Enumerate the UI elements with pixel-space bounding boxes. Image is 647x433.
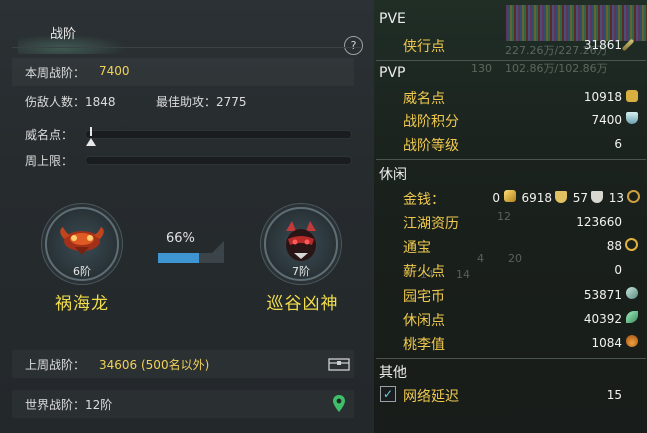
best-assist: 最佳助攻：2775 bbox=[156, 95, 247, 109]
currency-label: 战阶等级 bbox=[403, 138, 459, 154]
currency-label: 威名点 bbox=[403, 91, 445, 107]
money-value: 0 bbox=[492, 191, 500, 205]
mask-icon bbox=[626, 90, 638, 102]
world-rank: 世界战阶：12阶 bbox=[25, 398, 113, 412]
currency-label: 薪火点 bbox=[403, 264, 445, 280]
category-leisure: 休闲 bbox=[379, 167, 407, 183]
bg-slot-text: 20 bbox=[508, 252, 522, 265]
weekly-rank-value: 7400 bbox=[99, 64, 130, 78]
house-coin-icon bbox=[626, 287, 638, 299]
currency-value: 53871 bbox=[583, 288, 622, 302]
currency-value: 0 bbox=[614, 263, 622, 277]
currency-value: 6 bbox=[614, 137, 622, 151]
world-rank-row: 世界战阶：12阶 bbox=[12, 390, 354, 418]
money-value: 6918 bbox=[521, 191, 552, 205]
weekly-rank-label: 本周战阶： bbox=[25, 66, 86, 80]
location-pin-icon[interactable] bbox=[332, 394, 346, 413]
copper-coin-icon bbox=[627, 190, 640, 203]
weekly-rank-row: 本周战阶： 7400 bbox=[12, 58, 354, 86]
bg-slot-text: 4 bbox=[477, 252, 484, 265]
currency-label: 休闲点 bbox=[403, 313, 445, 329]
gourd-icon bbox=[626, 335, 638, 347]
injured-count: 伤敌人数：1848 bbox=[25, 95, 116, 109]
money-label: 金钱： bbox=[403, 192, 445, 208]
currency-label: 江湖资历 bbox=[403, 216, 459, 232]
network-latency-checkbox[interactable]: ✓ bbox=[380, 386, 396, 402]
currency-label: 战阶积分 bbox=[403, 114, 459, 130]
crystal-icon bbox=[626, 112, 638, 124]
bg-level-text: 130 bbox=[471, 62, 492, 75]
currency-value: 123660 bbox=[576, 215, 622, 229]
weekly-cap-bar bbox=[85, 156, 352, 165]
network-latency-value: 15 bbox=[606, 388, 622, 402]
category-pvp: PVP bbox=[379, 65, 406, 81]
currency-value: 10918 bbox=[583, 90, 622, 104]
currency-value: 1084 bbox=[591, 336, 622, 350]
bg-slot-text: 14 bbox=[456, 268, 470, 281]
bg-mana-text: 102.86万/102.86万 bbox=[505, 62, 608, 75]
last-week-row: 上周战阶： 34606 (500名以外) bbox=[12, 350, 354, 378]
section-divider bbox=[376, 358, 646, 359]
money-value: 57 bbox=[572, 191, 588, 205]
currency-label: 桃李值 bbox=[403, 337, 445, 353]
category-pve: PVE bbox=[379, 11, 406, 27]
prestige-bar bbox=[85, 130, 352, 139]
header-divider bbox=[12, 47, 362, 48]
current-rank-name: 祸海龙 bbox=[55, 294, 109, 314]
last-week-label: 上周战阶： bbox=[25, 358, 86, 372]
currency-label: 侠行点 bbox=[403, 39, 445, 55]
rank-progress-percent: 66% bbox=[166, 231, 195, 246]
prestige-marker-icon bbox=[86, 138, 96, 146]
currency-value: 88 bbox=[606, 239, 622, 253]
prestige-bar-tick bbox=[90, 127, 92, 136]
chest-icon[interactable] bbox=[328, 356, 350, 371]
prestige-label: 威名点： bbox=[25, 128, 74, 142]
rank-progress-fill bbox=[158, 253, 199, 263]
panel-title: 战阶 bbox=[50, 27, 77, 42]
coin-icon bbox=[625, 238, 638, 251]
panel-header: 战阶 ? bbox=[0, 14, 374, 55]
section-divider bbox=[376, 159, 646, 160]
network-latency-label[interactable]: 网络延迟 bbox=[403, 386, 459, 406]
section-divider bbox=[376, 60, 646, 61]
last-week-value: 34606 (500名以外) bbox=[99, 358, 210, 372]
money-value: 13 bbox=[608, 191, 624, 205]
gold-ingot-icon bbox=[504, 190, 516, 202]
currency-value: 7400 bbox=[591, 113, 622, 127]
currency-label: 园宅币 bbox=[403, 289, 445, 305]
current-rank-level: 6阶 bbox=[73, 265, 91, 278]
category-other: 其他 bbox=[379, 365, 407, 381]
currency-value: 31861 bbox=[583, 38, 622, 52]
gold-coin-icon bbox=[555, 191, 567, 203]
help-button[interactable]: ? bbox=[344, 36, 363, 55]
silver-coin-icon bbox=[591, 191, 603, 203]
currency-value: 40392 bbox=[583, 312, 622, 326]
currency-label: 通宝 bbox=[403, 240, 431, 256]
weekly-cap-label: 周上限： bbox=[25, 154, 74, 168]
bg-slot-text: 12 bbox=[497, 210, 511, 223]
next-rank-level: 7阶 bbox=[292, 265, 310, 278]
next-rank-name: 巡谷凶神 bbox=[266, 294, 339, 314]
